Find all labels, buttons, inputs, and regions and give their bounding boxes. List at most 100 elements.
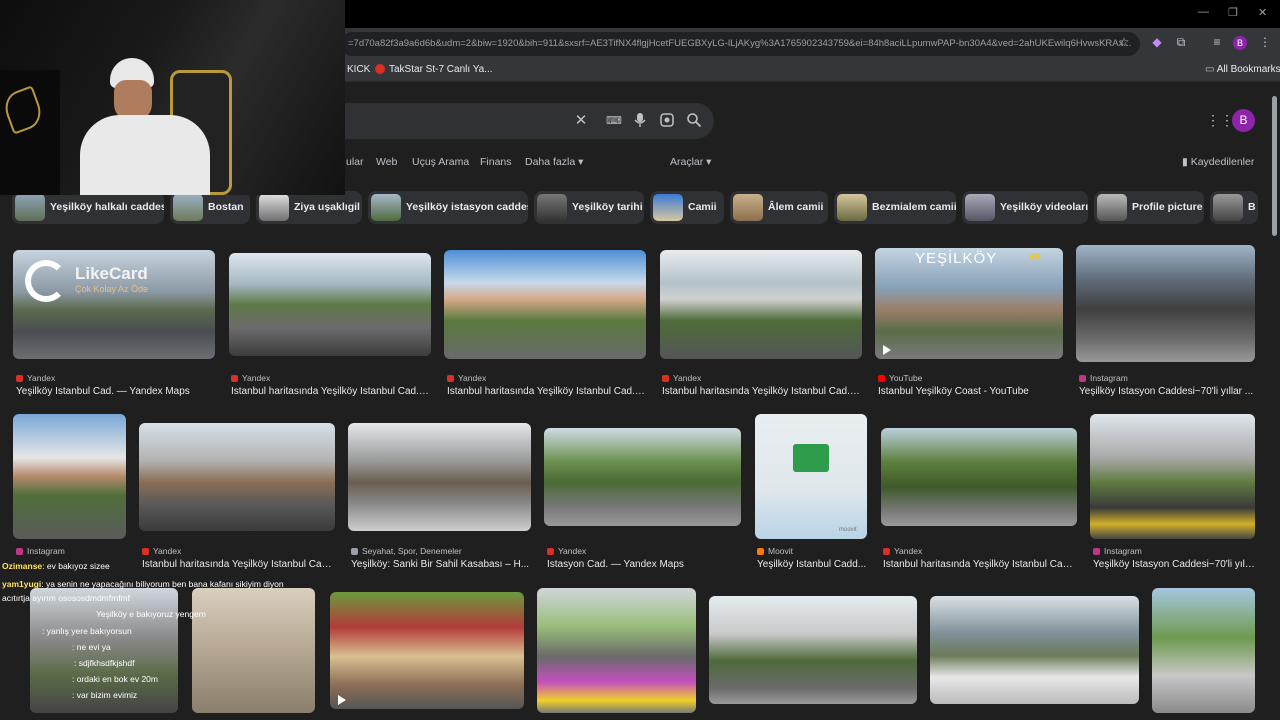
extension-icon[interactable]: ◆ [1148,33,1166,51]
image-source[interactable]: Yandex [231,373,270,383]
image-result[interactable] [192,588,315,713]
image-caption[interactable]: İstanbul haritasında Yeşilköy İstanbul C… [447,386,647,397]
image-result[interactable] [348,423,531,531]
tab-finance[interactable]: Finans [480,156,512,168]
saved-button[interactable]: ▮ Kaydedilenler [1182,156,1254,168]
image-source[interactable]: YouTube [878,373,922,383]
google-apps-icon[interactable]: ⋮⋮⋮ [1206,112,1248,128]
image-caption[interactable]: İstanbul haritasında Yeşilköy İstanbul C… [231,386,431,397]
image-source[interactable]: Seyahat, Spor, Denemeler [351,546,462,556]
source-label: Yandex [153,546,182,556]
chat-username: Ozimanse [2,561,43,571]
bookmark-takstar[interactable]: TakStar St-7 Canlı Ya... [375,64,493,75]
image-caption[interactable]: İstanbul Yeşilköy Coast - YouTube [878,386,1068,397]
all-bookmarks[interactable]: ▭ All Bookmarks [1205,64,1280,75]
screen: — ❐ ✕ =7d70a82f3a9a6d6b&udm=2&biw=1920&b… [0,0,1280,720]
chip-bezmialem[interactable]: Bezmialem camii [834,191,956,224]
chat-message: acıtırtja ayırım osososdmdmfmfmf [2,593,130,603]
chip-label: Profile picture [1132,201,1203,213]
image-result[interactable] [660,250,862,359]
chat-text: : var bizim evimiz [72,690,138,700]
tab-flights[interactable]: Uçuş Arama [412,156,469,168]
chip-halkali[interactable]: Yeşilköy halkalı caddesi [12,191,164,224]
image-result[interactable] [537,588,696,713]
image-caption[interactable]: İstanbul haritasında Yeşilköy İstanbul C… [662,386,862,397]
image-caption[interactable]: Yeşilköy İstasyon Caddesi~70'li yıll... [1093,559,1255,570]
image-source[interactable]: Instagram [16,546,65,556]
image-result[interactable]: LikeCard Çok Kolay Az Öde [13,250,215,359]
chip-thumbnail [1213,194,1243,221]
keyboard-icon[interactable]: ⌨ [605,112,623,130]
tab-more[interactable]: Daha fazla ▾ [525,156,583,168]
image-caption[interactable]: İstanbul haritasında Yeşilköy İstanbul C… [142,559,336,570]
image-source[interactable]: Instagram [1079,373,1128,383]
image-result[interactable] [1076,245,1255,362]
puzzle-icon[interactable]: ⧉ [1172,33,1190,51]
chip-alem-camii[interactable]: Âlem camii [730,191,828,224]
search-input[interactable]: ✕ ⌨ [300,103,714,139]
image-caption[interactable]: Yeşilköy: Sanki Bir Sahil Kasabası – H..… [351,559,531,570]
image-source[interactable]: Yandex [662,373,701,383]
image-result[interactable] [330,592,524,709]
lens-icon[interactable] [658,112,676,130]
chip-istasyon[interactable]: Yeşilköy istasyon caddesi [368,191,528,224]
image-source[interactable]: Yandex [447,373,486,383]
image-caption[interactable]: Yeşilköy İstanbul Cadd... [757,559,869,570]
tab-images[interactable]: ular [346,156,364,168]
chip-videolari[interactable]: Yeşilköy videoları [962,191,1088,224]
image-caption[interactable]: İstasyon Cad. — Yandex Maps [547,559,741,570]
image-result[interactable] [544,428,741,526]
source-label: Instagram [27,546,65,556]
chip-more[interactable]: B [1210,191,1258,224]
image-result[interactable] [930,596,1139,704]
play-icon [883,345,891,355]
image-caption[interactable]: İstanbul haritasında Yeşilköy İstanbul C… [883,559,1077,570]
menu-kebab-icon[interactable]: ⋮ [1256,33,1274,51]
chip-tarihi[interactable]: Yeşilköy tarihi [534,191,644,224]
chat-message: : var bizim evimiz [72,690,137,700]
image-result[interactable] [1152,588,1255,713]
media-control-icon[interactable]: ≡ [1208,33,1226,51]
image-result[interactable] [444,250,646,359]
search-icon[interactable] [685,112,703,130]
image-result[interactable] [1090,414,1255,539]
image-result[interactable] [229,253,431,356]
google-account-avatar[interactable]: B [1232,109,1255,132]
image-caption[interactable]: Yeşilköy İstanbul Cad. — Yandex Maps [16,386,216,397]
chat-username: yam1yugi [2,579,42,589]
bookmark-kick[interactable]: KICK [347,64,370,75]
star-icon[interactable]: ☆ [1115,33,1133,51]
map-result[interactable]: moovit [755,414,867,539]
image-result[interactable] [709,596,917,704]
restore-icon[interactable]: ❐ [1228,6,1238,19]
image-source[interactable]: Yandex [16,373,55,383]
image-source[interactable]: Moovit [757,546,793,556]
image-source[interactable]: Yandex [547,546,586,556]
chip-profile-picture[interactable]: Profile picture [1094,191,1204,224]
chip-camii[interactable]: Camii [650,191,724,224]
tab-web[interactable]: Web [376,156,397,168]
chat-text: acıtırtja ayırım osososdmdmfmfmf [2,593,130,603]
minimize-icon[interactable]: — [1198,6,1209,18]
profile-avatar[interactable]: B [1233,36,1247,50]
image-result[interactable]: YEŞİLKÖY 4K [875,248,1063,359]
close-window-icon[interactable]: ✕ [1258,6,1267,19]
chip-ziya[interactable]: Ziya uşaklıgil [256,191,362,224]
image-caption[interactable]: Yeşilköy İstasyon Caddesi~70'li yıllar .… [1079,386,1255,397]
image-source[interactable]: Yandex [142,546,181,556]
chip-thumbnail [837,194,867,221]
image-result[interactable] [13,414,126,539]
scrollbar[interactable] [1270,86,1278,720]
image-source[interactable]: Yandex [883,546,922,556]
chip-bostan[interactable]: Bostan [170,191,250,224]
chat-message: : ordaki en bok ev 20m [72,674,158,684]
image-source[interactable]: Instagram [1093,546,1142,556]
image-result[interactable] [881,428,1077,526]
clear-icon[interactable]: ✕ [572,112,590,130]
scrollbar-thumb[interactable] [1272,96,1277,236]
address-bar[interactable]: =7d70a82f3a9a6d6b&udm=2&biw=1920&bih=911… [340,32,1140,56]
image-result[interactable] [139,423,335,531]
microphone-icon[interactable] [631,112,649,130]
tools-button[interactable]: Araçlar ▾ [670,156,711,168]
favicon-icon [447,375,454,383]
